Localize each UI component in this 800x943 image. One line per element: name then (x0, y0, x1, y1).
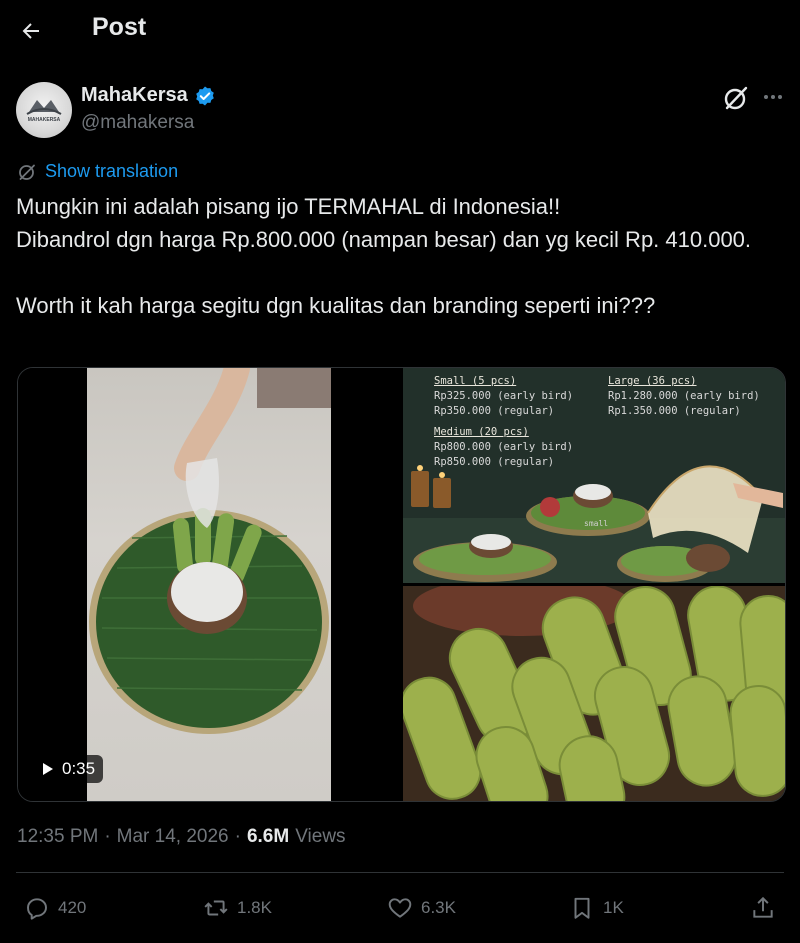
share-button[interactable] (750, 893, 776, 923)
closeup-image[interactable] (403, 586, 785, 801)
repost-button[interactable]: 1.8K (203, 893, 272, 923)
price-medium: Medium (20 pcs) Rp800.000 (early bird) R… (434, 426, 574, 468)
media-grid[interactable]: 0:35 Small (5 pcs) Rp325.000 (early bird… (17, 367, 786, 802)
author-name[interactable]: MahaKersa (81, 84, 188, 107)
more-dots-icon (764, 95, 782, 99)
repost-count: 1.8K (237, 898, 272, 917)
reply-icon (27, 898, 47, 920)
heart-icon (388, 898, 412, 918)
reply-button[interactable]: 420 (24, 893, 86, 923)
more-options-button[interactable] (760, 84, 786, 110)
views-count[interactable]: 6.6M (247, 826, 289, 848)
closeup-illustration (403, 586, 785, 801)
top-bar: Post (0, 0, 800, 60)
grok-icon[interactable] (722, 84, 750, 112)
page-title: Post (92, 13, 147, 41)
tray-illustration (89, 368, 331, 734)
views-label[interactable]: Views (295, 826, 345, 848)
tray-size-label: small (584, 519, 609, 528)
reply-count: 420 (58, 898, 87, 917)
price-large: Large (36 pcs) Rp1.280.000 (early bird) … (608, 375, 760, 417)
arrow-left-icon (22, 23, 39, 39)
mahakersa-logo-icon: MAHAKERSA (26, 100, 62, 123)
back-button[interactable] (14, 14, 48, 48)
meta-separator: · (104, 826, 111, 847)
price-list-image[interactable]: Small (5 pcs) Rp325.000 (early bird) Rp3… (403, 368, 785, 583)
repost-icon (204, 900, 228, 916)
video-duration-badge: 0:35 (34, 755, 104, 783)
video-duration: 0:35 (62, 759, 96, 778)
divider (16, 872, 784, 873)
play-icon (43, 763, 53, 775)
bookmark-button[interactable]: 1K (569, 893, 624, 923)
like-button[interactable]: 6.3K (387, 893, 456, 923)
avatar[interactable]: MAHAKERSA (16, 82, 72, 138)
bookmark-count: 1K (603, 898, 624, 917)
post-date[interactable]: Mar 14, 2026 (117, 826, 229, 848)
verified-badge-icon (195, 86, 214, 105)
post-time[interactable]: 12:35 PM (17, 826, 98, 848)
share-icon (753, 896, 773, 918)
video-player[interactable]: 0:35 (18, 368, 401, 801)
show-translation-label[interactable]: Show translation (45, 161, 178, 182)
post-text: Mungkin ini adalah pisang ijo TERMAHAL d… (16, 194, 752, 318)
price-small: Small (5 pcs) Rp325.000 (early bird) Rp3… (434, 375, 574, 417)
author-name-row[interactable]: MahaKersa (81, 84, 216, 107)
post-meta: 12:35 PM · Mar 14, 2026 · 6.6M Views (17, 826, 346, 848)
like-count: 6.3K (421, 898, 456, 917)
author-handle[interactable]: @mahakersa (81, 112, 194, 134)
grok-small-icon (19, 164, 35, 180)
video-thumbnail (87, 368, 331, 801)
meta-separator: · (234, 826, 241, 847)
bookmark-icon (574, 897, 590, 919)
svg-text:MAHAKERSA: MAHAKERSA (28, 117, 61, 123)
show-translation-link[interactable]: Show translation (17, 161, 178, 182)
